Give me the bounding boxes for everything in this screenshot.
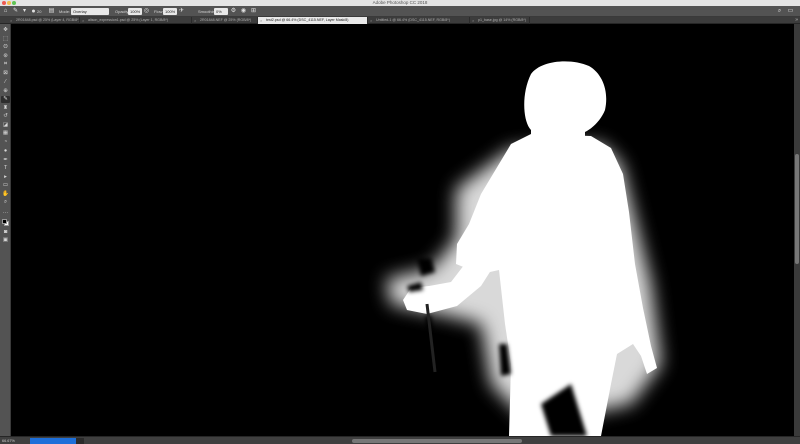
screen-mode-icon[interactable]: ▣ (1, 237, 10, 244)
quick-mask-icon[interactable]: ◙ (1, 229, 10, 236)
eyedropper-tool-icon[interactable]: ⁄ (1, 79, 10, 86)
progress-fill (30, 438, 76, 444)
horizontal-scrollbar[interactable] (90, 439, 794, 443)
workspace-icon[interactable]: ▭ (787, 8, 794, 15)
dodge-tool-icon[interactable]: ● (1, 148, 10, 155)
flow-field[interactable]: 100% (163, 8, 177, 15)
document-tab[interactable]: × alison_expression1.psd @ 25% (Layer 1,… (80, 17, 192, 24)
close-tab-icon[interactable]: × (194, 17, 196, 24)
quick-select-tool-icon[interactable]: ⊛ (1, 53, 10, 60)
lasso-tool-icon[interactable]: ʘ (1, 44, 10, 51)
healing-tool-icon[interactable]: ⊕ (1, 88, 10, 95)
move-tool-icon[interactable]: ✥ (1, 27, 10, 34)
pen-tool-icon[interactable]: ✒ (1, 157, 10, 164)
smoothing-field[interactable]: 0% (214, 8, 228, 15)
eraser-tool-icon[interactable]: ◪ (1, 122, 10, 129)
tab-label: alison_expression1.psd @ 25% (Layer 1, R… (88, 18, 168, 22)
marquee-tool-icon[interactable]: ⬚ (1, 36, 10, 43)
gradient-tool-icon[interactable]: ▦ (1, 130, 10, 137)
close-tab-icon[interactable]: × (82, 17, 84, 24)
close-tab-icon[interactable]: × (260, 17, 262, 24)
status-bar: 66.67% (0, 436, 800, 444)
more-tools-icon[interactable]: … (1, 209, 10, 216)
brush-size-value: 20 (37, 9, 42, 14)
document-tab[interactable]: × p1_base.jpg @ 14% (RGB/8*) (470, 17, 530, 24)
brush-tip-icon[interactable]: ● (30, 8, 37, 15)
close-tab-icon[interactable]: × (370, 17, 372, 24)
tools-panel: ✥ ⬚ ʘ ⊛ ⌗ ⊠ ⁄ ⊕ ✎ ♜ ↺ ◪ ▦ ◔ ● ✒ T ▸ ▭ ✋ ⌕ … ◙ ▣ (0, 24, 11, 444)
horizontal-scroll-thumb[interactable] (352, 439, 522, 443)
document-tab[interactable]: × Untitled-1 @ 66.4% (DSC_4115.NEF, RGB/… (368, 17, 470, 24)
close-tab-icon[interactable]: × (10, 17, 12, 24)
brush-tool-icon[interactable]: ✎ (1, 96, 10, 103)
vertical-scroll-thumb[interactable] (795, 154, 799, 264)
progress-bar (30, 438, 84, 444)
airbrush-icon[interactable]: ✈ (178, 8, 185, 15)
vertical-scrollbar[interactable] (794, 24, 800, 436)
symmetry-icon[interactable]: ⊞ (250, 8, 257, 15)
tab-label: p1_base.jpg @ 14% (RGB/8*) (478, 18, 526, 22)
brush-settings-icon[interactable]: ▤ (48, 8, 55, 15)
zoom-level[interactable]: 66.67% (2, 438, 26, 444)
crop-tool-icon[interactable]: ⌗ (1, 61, 10, 68)
hand-tool-icon[interactable]: ✋ (1, 191, 10, 198)
more-tabs-icon[interactable]: » (795, 17, 798, 24)
tab-label: Untitled-1 @ 66.4% (DSC_4115.NEF, RGB/8*… (376, 18, 450, 22)
document-tabs: × 2R01848.psd @ 25% (Layer 4, RGB/8*) × … (0, 17, 800, 24)
brush-preset-icon[interactable]: ✎ (12, 8, 19, 15)
tab-label: 2R01848.NEF @ 25% (RGB/8*) (200, 18, 252, 22)
search-icon[interactable]: ⌕ (776, 8, 783, 15)
home-icon[interactable]: ⌂ (2, 8, 9, 15)
document-canvas[interactable] (11, 24, 794, 436)
pressure-size-icon[interactable]: ◉ (240, 8, 247, 15)
zoom-tool-icon[interactable]: ⌕ (1, 199, 10, 206)
shape-tool-icon[interactable]: ▭ (1, 182, 10, 189)
pressure-opacity-icon[interactable]: ◎ (143, 8, 150, 15)
document-tab-active[interactable]: × test2.psd @ 66.4% (DSC_4115.NEF, Layer… (258, 17, 368, 24)
chevron-down-icon[interactable]: ▾ (21, 8, 28, 15)
type-tool-icon[interactable]: T (1, 165, 10, 172)
stamp-tool-icon[interactable]: ♜ (1, 105, 10, 112)
frame-tool-icon[interactable]: ⊠ (1, 70, 10, 77)
layer-mask-image (11, 24, 794, 436)
document-tab[interactable]: × 2R01848.psd @ 25% (Layer 4, RGB/8*) (8, 17, 80, 24)
path-select-tool-icon[interactable]: ▸ (1, 174, 10, 181)
history-brush-tool-icon[interactable]: ↺ (1, 113, 10, 120)
gear-icon[interactable]: ⚙ (230, 8, 237, 15)
opacity-field[interactable]: 100% (128, 8, 142, 15)
foreground-color-swatch[interactable] (2, 219, 7, 224)
mode-dropdown[interactable]: Overlay (71, 8, 109, 15)
document-tab[interactable]: × 2R01848.NEF @ 25% (RGB/8*) (192, 17, 258, 24)
tab-label: test2.psd @ 66.4% (DSC_4115.NEF, Layer M… (266, 18, 349, 22)
options-bar: ⌂ ✎ ▾ ● 20 ▤ Mode: Overlay Opacity: 100%… (0, 6, 800, 17)
blur-tool-icon[interactable]: ◔ (1, 139, 10, 146)
tab-label: 2R01848.psd @ 25% (Layer 4, RGB/8*) (16, 18, 80, 22)
close-tab-icon[interactable]: × (472, 17, 474, 24)
mode-label: Mode: (59, 9, 71, 14)
